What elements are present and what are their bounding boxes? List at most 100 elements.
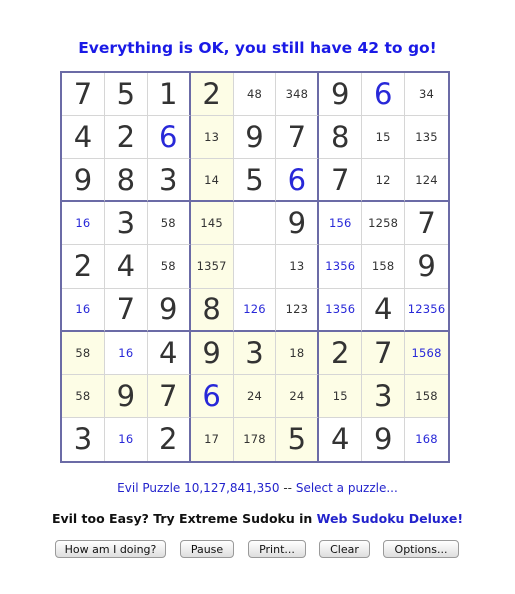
cell-r4-c8[interactable]: 1258 xyxy=(362,202,406,246)
cell-r8-c9[interactable]: 158 xyxy=(405,374,448,418)
cell-r8-c8[interactable]: 3 xyxy=(362,374,406,418)
cell-r9-c6[interactable]: 5 xyxy=(276,417,320,461)
cell-r9-c7[interactable]: 4 xyxy=(319,417,363,461)
options-button[interactable]: Options... xyxy=(383,540,459,558)
cell-r5-c1[interactable]: 2 xyxy=(62,245,105,289)
cell-r5-c6[interactable]: 13 xyxy=(276,245,320,289)
cell-r5-c8[interactable]: 158 xyxy=(362,245,406,289)
cell-r5-c5[interactable] xyxy=(233,245,277,289)
cell-r9-c9[interactable]: 168 xyxy=(405,418,448,461)
cell-r4-c5[interactable] xyxy=(233,202,277,246)
cell-r9-c1[interactable]: 3 xyxy=(62,417,105,461)
cell-r4-c6[interactable]: 9 xyxy=(276,202,320,246)
cell-r7-c9[interactable]: 1568 xyxy=(405,331,448,375)
cell-r8-c7[interactable]: 15 xyxy=(319,374,363,418)
cell-r8-c5[interactable]: 24 xyxy=(233,374,277,418)
clear-button[interactable]: Clear xyxy=(319,540,370,558)
cell-r8-c3[interactable]: 7 xyxy=(147,374,191,418)
candidate-notes: 15 xyxy=(332,388,348,403)
given-digit: 5 xyxy=(287,422,307,457)
cell-r9-c3[interactable]: 2 xyxy=(148,417,191,461)
cell-r1-c9[interactable]: 34 xyxy=(405,73,448,117)
cell-r7-c8[interactable]: 7 xyxy=(362,331,406,375)
cell-r3-c8[interactable]: 12 xyxy=(362,159,406,203)
cell-r2-c7[interactable]: 8 xyxy=(319,116,363,160)
candidate-notes: 1356 xyxy=(325,302,356,317)
cell-r7-c2[interactable]: 16 xyxy=(104,331,148,375)
cell-r6-c4[interactable]: 8 xyxy=(190,288,234,332)
cell-r1-c8[interactable]: 6 xyxy=(362,73,406,117)
cell-r1-c5[interactable]: 48 xyxy=(233,73,277,117)
print-button[interactable]: Print... xyxy=(248,540,306,558)
cell-r4-c3[interactable]: 58 xyxy=(147,202,191,246)
cell-r6-c5[interactable]: 126 xyxy=(233,288,277,332)
pause-button[interactable]: Pause xyxy=(180,540,234,558)
cell-r3-c7[interactable]: 7 xyxy=(319,159,363,203)
cell-r8-c4[interactable]: 6 xyxy=(190,374,234,418)
cell-r9-c5[interactable]: 178 xyxy=(233,417,277,461)
cell-r4-c7[interactable]: 156 xyxy=(319,202,363,246)
cell-r6-c7[interactable]: 1356 xyxy=(319,288,363,332)
cell-r7-c5[interactable]: 3 xyxy=(233,331,277,375)
cell-r4-c2[interactable]: 3 xyxy=(104,202,148,246)
cell-r5-c9[interactable]: 9 xyxy=(405,245,448,289)
cell-r8-c6[interactable]: 24 xyxy=(276,374,320,418)
cell-r3-c6[interactable]: 6 xyxy=(276,159,320,203)
select-puzzle-link[interactable]: Select a puzzle... xyxy=(296,481,398,495)
given-digit: 4 xyxy=(116,249,136,284)
cell-r6-c3[interactable]: 9 xyxy=(147,288,191,332)
how-am-i-doing-button[interactable]: How am I doing? xyxy=(55,540,166,558)
promo-line: Evil too Easy? Try Extreme Sudoku in Web… xyxy=(0,511,515,526)
cell-r3-c1[interactable]: 9 xyxy=(62,159,105,203)
cell-r9-c2[interactable]: 16 xyxy=(105,417,148,461)
cell-r8-c1[interactable]: 58 xyxy=(62,374,105,418)
cell-r6-c9[interactable]: 12356 xyxy=(405,289,448,332)
cell-r8-c2[interactable]: 9 xyxy=(104,374,148,418)
cell-r2-c2[interactable]: 2 xyxy=(104,116,148,160)
cell-r5-c3[interactable]: 58 xyxy=(147,245,191,289)
cell-r7-c7[interactable]: 2 xyxy=(319,331,363,375)
cell-r9-c8[interactable]: 9 xyxy=(362,417,406,461)
cell-r2-c4[interactable]: 13 xyxy=(190,116,234,160)
given-digit: 4 xyxy=(331,422,350,457)
cell-r7-c4[interactable]: 9 xyxy=(190,331,234,375)
cell-r2-c6[interactable]: 7 xyxy=(276,116,320,160)
cell-r5-c7[interactable]: 1356 xyxy=(319,245,363,289)
cell-r9-c4[interactable]: 17 xyxy=(190,417,234,461)
cell-r5-c2[interactable]: 4 xyxy=(104,245,148,289)
cell-r4-c1[interactable]: 16 xyxy=(62,202,105,246)
given-digit: 9 xyxy=(245,120,264,155)
cell-r7-c1[interactable]: 58 xyxy=(62,331,105,375)
cell-r6-c8[interactable]: 4 xyxy=(362,288,406,332)
candidate-notes: 16 xyxy=(118,432,134,447)
cell-r1-c3[interactable]: 1 xyxy=(147,73,191,117)
cell-r6-c2[interactable]: 7 xyxy=(104,288,148,332)
cell-r2-c9[interactable]: 135 xyxy=(405,116,448,160)
cell-r1-c1[interactable]: 7 xyxy=(62,73,105,117)
cell-r2-c3[interactable]: 6 xyxy=(147,116,191,160)
cell-r2-c5[interactable]: 9 xyxy=(233,116,277,160)
cell-r3-c2[interactable]: 8 xyxy=(104,159,148,203)
cell-r5-c4[interactable]: 1357 xyxy=(190,245,234,289)
cell-r3-c9[interactable]: 124 xyxy=(405,159,448,203)
cell-r2-c1[interactable]: 4 xyxy=(62,116,105,160)
cell-r1-c2[interactable]: 5 xyxy=(104,73,148,117)
cell-r6-c1[interactable]: 16 xyxy=(62,288,105,332)
cell-r4-c4[interactable]: 145 xyxy=(190,202,234,246)
cell-r2-c8[interactable]: 15 xyxy=(362,116,406,160)
entered-digit: 6 xyxy=(202,378,221,413)
given-digit: 9 xyxy=(417,249,436,284)
web-sudoku-deluxe-link[interactable]: Web Sudoku Deluxe! xyxy=(317,511,463,526)
puzzle-id-link[interactable]: Evil Puzzle 10,127,841,350 xyxy=(117,481,279,495)
cell-r7-c3[interactable]: 4 xyxy=(147,331,191,375)
cell-r1-c4[interactable]: 2 xyxy=(190,73,234,117)
cell-r3-c5[interactable]: 5 xyxy=(233,159,277,203)
cell-r1-c6[interactable]: 348 xyxy=(276,73,320,117)
candidate-notes: 58 xyxy=(160,216,176,231)
cell-r1-c7[interactable]: 9 xyxy=(319,73,363,117)
cell-r3-c3[interactable]: 3 xyxy=(147,159,191,203)
cell-r4-c9[interactable]: 7 xyxy=(405,202,448,246)
cell-r7-c6[interactable]: 18 xyxy=(276,331,320,375)
cell-r3-c4[interactable]: 14 xyxy=(190,159,234,203)
cell-r6-c6[interactable]: 123 xyxy=(276,288,320,332)
